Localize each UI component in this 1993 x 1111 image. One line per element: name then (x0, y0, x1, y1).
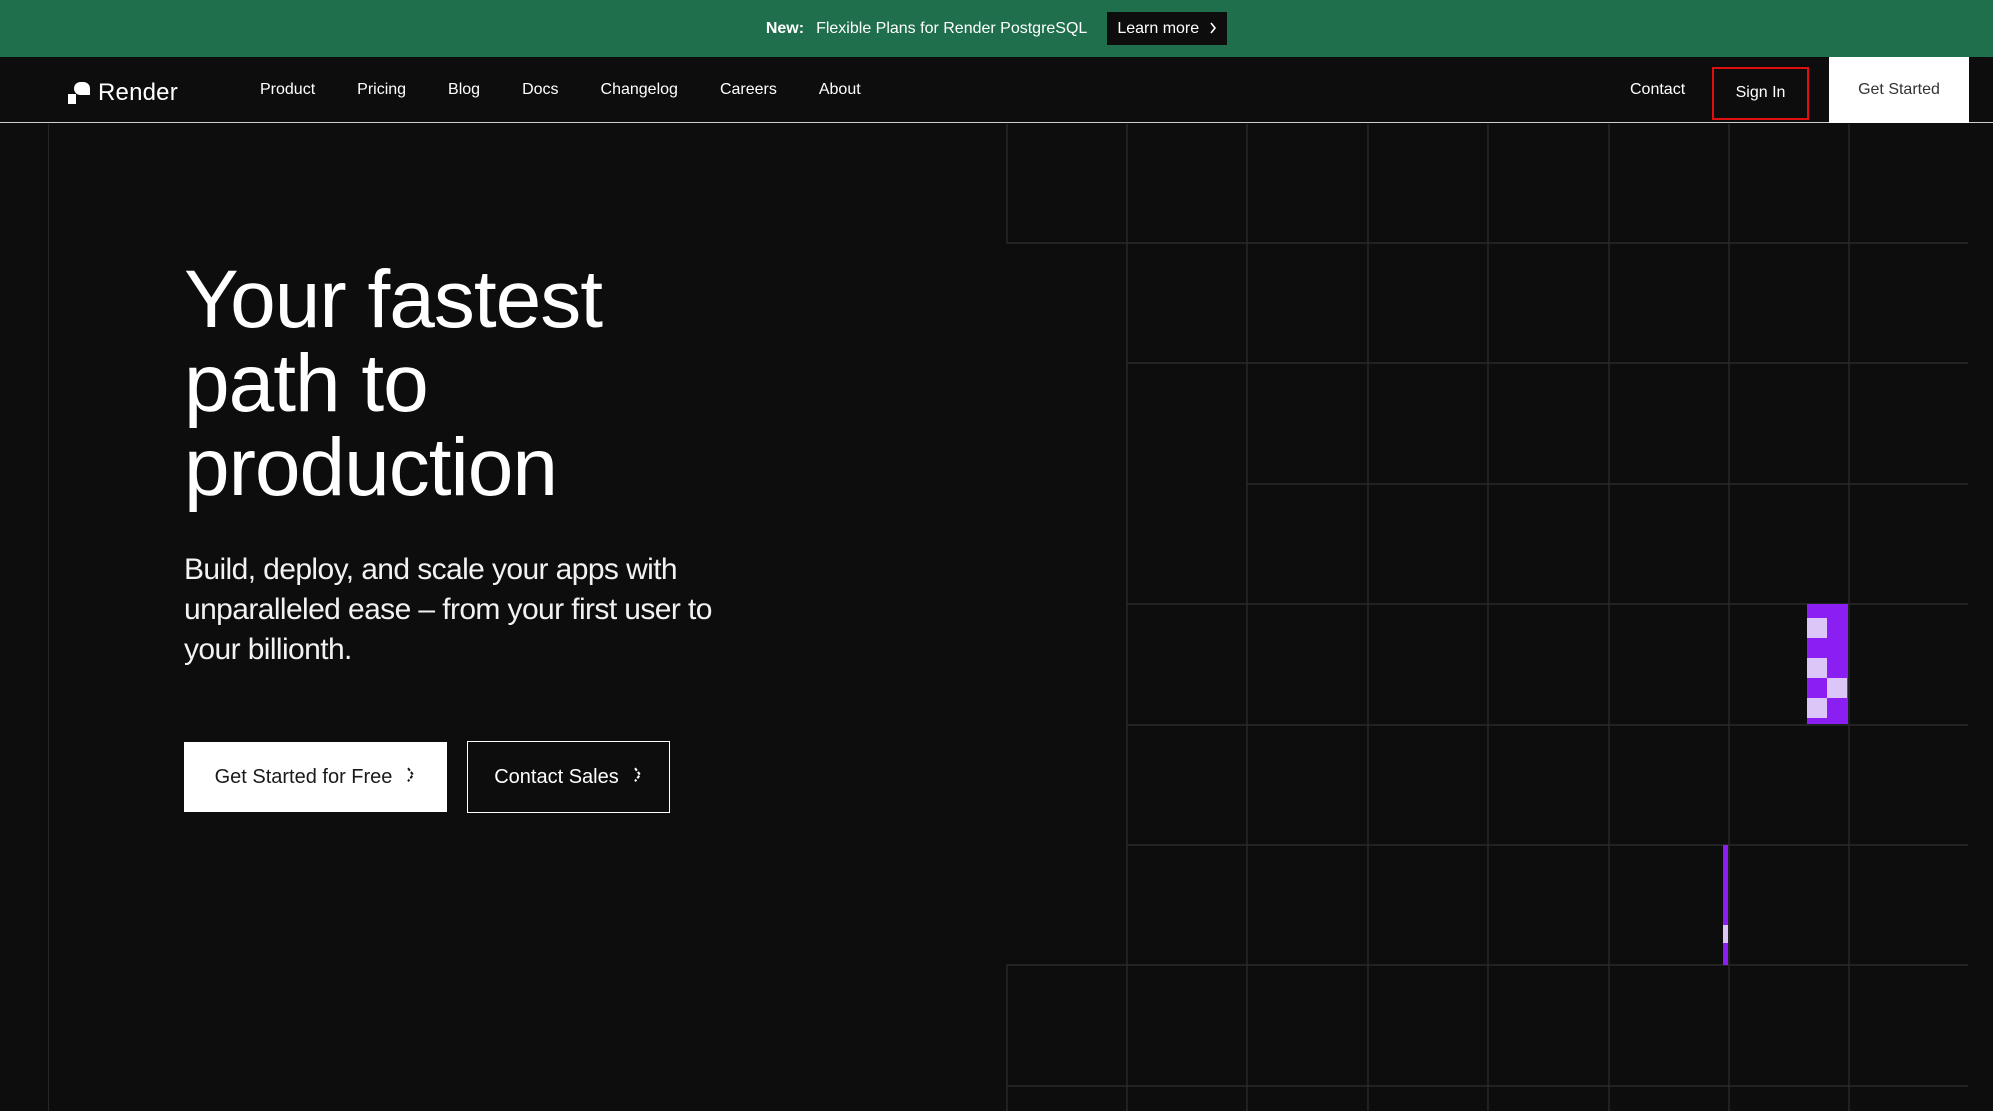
get-started-free-label: Get Started for Free (214, 765, 393, 788)
hero-divider (48, 124, 49, 1111)
banner-new-label: New: (765, 19, 805, 37)
announcement-banner: New: Flexible Plans for Render PostgreSQ… (0, 0, 1993, 57)
sign-in-label: Sign In (1735, 83, 1786, 101)
nav-link-pricing[interactable]: Pricing (336, 81, 427, 99)
render-logo-icon (68, 82, 90, 104)
get-started-free-button[interactable]: Get Started for Free (184, 742, 447, 812)
chevron-right-icon (1209, 22, 1217, 36)
chevron-right-icon (633, 765, 643, 788)
nav-link-product[interactable]: Product (260, 81, 336, 99)
chevron-right-icon (406, 765, 416, 788)
nav-link-docs[interactable]: Docs (501, 81, 579, 99)
get-started-button[interactable]: Get Started (1829, 57, 1969, 123)
banner-message: Flexible Plans for Render PostgreSQL (816, 19, 1088, 37)
nav-link-changelog[interactable]: Changelog (580, 81, 699, 99)
accent-pixel (1807, 698, 1827, 718)
logo-text: Render (98, 79, 178, 106)
learn-more-label: Learn more (1117, 19, 1200, 37)
contact-sales-button[interactable]: Contact Sales (467, 741, 670, 813)
accent-pixel-column (1807, 604, 1848, 724)
accent-pixel (1807, 618, 1827, 638)
learn-more-button[interactable]: Learn more (1107, 12, 1228, 45)
get-started-label: Get Started (1858, 81, 1940, 98)
accent-pixel (1807, 658, 1827, 678)
accent-pixel (1723, 925, 1728, 943)
hero-title: Your fastest path to production (184, 254, 603, 513)
nav-link-careers[interactable]: Careers (699, 81, 798, 99)
accent-pixel (1827, 678, 1847, 698)
render-logo[interactable]: Render (68, 79, 178, 107)
sign-in-button[interactable]: Sign In (1712, 67, 1809, 120)
contact-sales-label: Contact Sales (494, 765, 619, 788)
primary-nav-links: Product Pricing Blog Docs Changelog Care… (260, 57, 882, 123)
hero-subtitle: Build, deploy, and scale your apps with … (184, 553, 712, 666)
top-navigation: Render Product Pricing Blog Docs Changel… (0, 57, 1993, 123)
accent-thin-bar (1723, 845, 1728, 965)
nav-link-blog[interactable]: Blog (427, 81, 501, 99)
nav-link-about[interactable]: About (798, 81, 882, 99)
nav-link-contact[interactable]: Contact (1630, 57, 1685, 123)
